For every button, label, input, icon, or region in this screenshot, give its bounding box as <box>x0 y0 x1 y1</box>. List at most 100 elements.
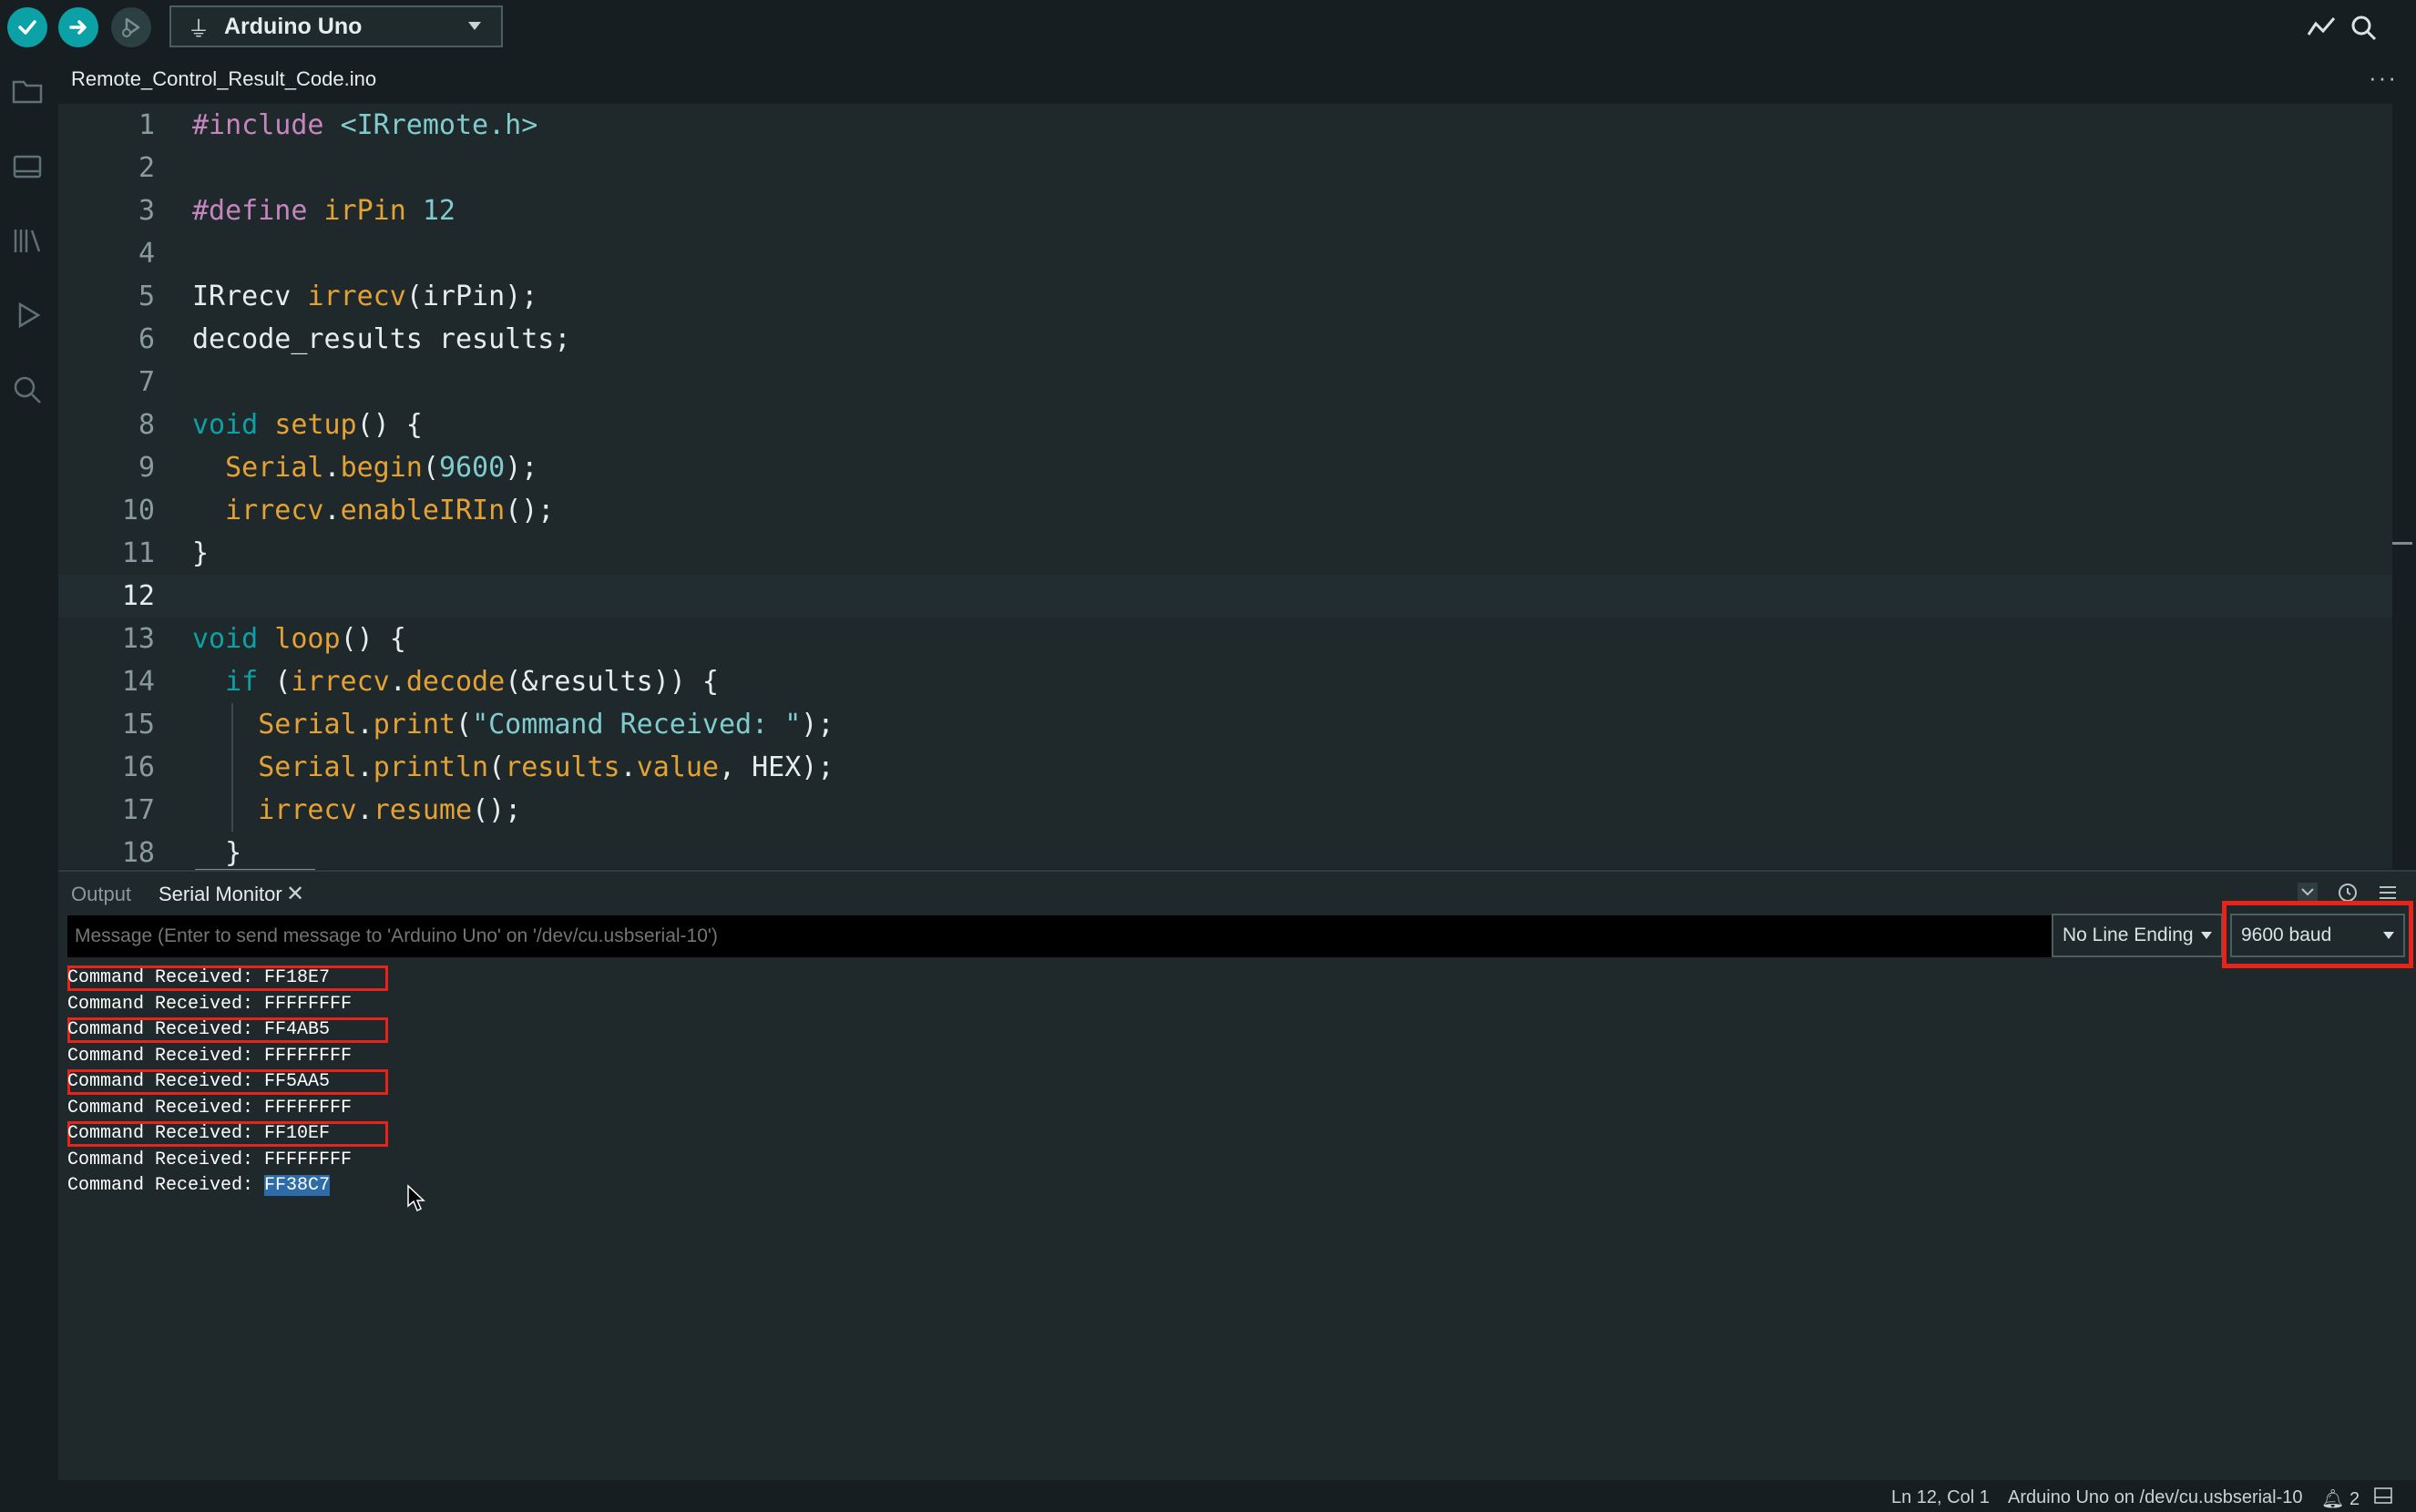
folder-icon[interactable] <box>9 73 46 109</box>
code-token: , HEX); <box>719 751 834 783</box>
code-token: Serial <box>258 709 357 741</box>
code-text: Serial.print("Command Received: "); <box>192 703 834 746</box>
code-token: loop <box>274 623 341 655</box>
arrow-right-icon <box>69 20 87 35</box>
serial-plotter-icon[interactable] <box>2305 11 2338 44</box>
code-token: ( <box>488 751 506 783</box>
code-text: if (irrecv.decode(&results)) { <box>192 660 719 703</box>
code-line[interactable]: 11} <box>58 532 2392 575</box>
code-line[interactable]: 10 irrecv.enableIRIn(); <box>58 489 2392 532</box>
code-token: ( <box>422 452 439 484</box>
code-text: irrecv.enableIRIn(); <box>192 489 554 532</box>
serial-line-prefix: Command Received: <box>67 1097 265 1119</box>
line-number: 10 <box>121 495 155 526</box>
toggle-panel-icon[interactable] <box>2374 1487 2392 1504</box>
cursor-position[interactable]: Ln 12, Col 1 <box>1891 1487 1990 1508</box>
code-line[interactable]: 2 <box>58 147 2392 189</box>
code-token: 9600 <box>438 452 506 484</box>
notifications-status[interactable]: 🔔︎ 2 <box>2321 1487 2360 1510</box>
code-line[interactable]: 17 irrecv.resume(); <box>58 789 2392 832</box>
tab-sketch-file[interactable]: Remote_Control_Result_Code.ino <box>71 67 376 91</box>
code-line[interactable]: 7 <box>58 361 2392 404</box>
code-line[interactable]: 12 <box>58 575 2392 618</box>
code-editor[interactable]: 1 #include <IRremote.h> 2 3 #define irPin 12… <box>58 104 2392 869</box>
code-token: . <box>323 452 341 484</box>
code-token: () { <box>356 409 423 441</box>
code-text: #include <IRremote.h> <box>192 104 537 147</box>
serial-line-prefix: Command Received: <box>67 1175 265 1196</box>
debug-button[interactable] <box>111 7 151 47</box>
serial-output-line: Command Received: FFFFFFFF <box>67 1096 352 1121</box>
code-line[interactable]: 18 } <box>58 832 2392 869</box>
code-token: resume <box>373 794 473 826</box>
notifications-count: 2 <box>2349 1489 2360 1509</box>
code-token: if <box>225 666 275 698</box>
editor-scrollbar-thumb[interactable] <box>2392 542 2412 545</box>
serial-output-line: Command Received: FF38C7 <box>67 1173 331 1199</box>
line-number: 8 <box>138 409 155 441</box>
code-token: #define <box>192 195 324 227</box>
code-token: ( <box>274 666 292 698</box>
line-ending-value: No Line Ending <box>2063 925 2194 945</box>
mouse-cursor-icon <box>407 1184 425 1212</box>
code-text: decode_results results; <box>192 318 570 361</box>
line-ending-select[interactable]: No Line Ending <box>2052 914 2223 957</box>
board-selector[interactable]: ⏚ Arduino Uno <box>169 5 503 47</box>
code-text: void loop() { <box>192 618 406 660</box>
debug-icon <box>122 17 140 37</box>
code-line[interactable]: 16 Serial.println(results.value, HEX); <box>58 746 2392 789</box>
line-number: 4 <box>138 238 155 270</box>
code-token: enableIRIn <box>340 495 506 526</box>
code-line[interactable]: 15 Serial.print("Command Received: "); <box>58 703 2392 746</box>
close-icon[interactable]: ✕ <box>286 881 304 907</box>
serial-output-line: Command Received: FFFFFFFF <box>67 1044 352 1069</box>
checkmark-icon <box>18 20 36 35</box>
library-icon[interactable] <box>9 222 46 259</box>
serial-line-value: FF4AB5 <box>264 1019 331 1040</box>
code-text: } <box>192 832 241 869</box>
serial-monitor-icon[interactable] <box>2347 11 2380 44</box>
code-token: "Command Received: " <box>472 709 802 741</box>
tab-serial-monitor[interactable]: Serial Monitor <box>159 883 282 906</box>
bottom-panel: Output Serial Monitor ✕ No Line Ending 9… <box>58 872 2416 1480</box>
code-token: irrecv <box>291 666 390 698</box>
code-line[interactable]: 8 void setup() { <box>58 404 2392 446</box>
tab-output[interactable]: Output <box>71 883 131 906</box>
code-token: println <box>373 751 489 783</box>
line-number: 7 <box>138 366 155 398</box>
connected-board-status[interactable]: Arduino Uno on /dev/cu.usbserial-10 <box>2008 1487 2303 1508</box>
debug-sidebar-icon[interactable] <box>9 297 46 333</box>
line-number: 5 <box>138 281 155 312</box>
code-token: Serial <box>225 452 324 484</box>
code-token: 12 <box>422 195 456 227</box>
code-line[interactable]: 4 <box>58 232 2392 275</box>
editor-tab-bar: Remote_Control_Result_Code.ino ··· <box>58 56 2416 104</box>
code-token: } <box>192 537 210 569</box>
line-number: 3 <box>138 195 155 227</box>
code-line[interactable]: 13 void loop() { <box>58 618 2392 660</box>
code-line[interactable]: 1 #include <IRremote.h> <box>58 104 2392 147</box>
indent-guide <box>231 703 233 832</box>
code-line[interactable]: 14 if (irrecv.decode(&results)) { <box>58 660 2392 703</box>
code-line[interactable]: 9 Serial.begin(9600); <box>58 446 2392 489</box>
code-line[interactable]: 6 decode_results results; <box>58 318 2392 361</box>
code-token: irrecv <box>307 281 406 312</box>
serial-line-value: FFFFFFFF <box>264 1045 353 1067</box>
serial-line-prefix: Command Received: <box>67 967 265 988</box>
upload-button[interactable] <box>58 7 98 47</box>
more-actions-icon[interactable]: ··· <box>2369 64 2398 92</box>
serial-line-prefix: Command Received: <box>67 993 265 1015</box>
serial-line-value: FF18E7 <box>264 967 331 988</box>
line-number: 9 <box>138 452 155 484</box>
verify-button[interactable] <box>7 7 47 47</box>
code-token: . <box>356 709 374 741</box>
code-line[interactable]: 5 IRrecv irrecv(irPin); <box>58 275 2392 318</box>
code-token: void <box>192 409 275 441</box>
code-line[interactable]: 3 #define irPin 12 <box>58 189 2392 232</box>
serial-message-input[interactable] <box>67 915 2053 957</box>
board-manager-icon[interactable] <box>9 148 46 184</box>
top-right-actions <box>2243 7 2380 47</box>
code-token: value <box>636 751 719 783</box>
search-icon[interactable] <box>9 372 46 408</box>
